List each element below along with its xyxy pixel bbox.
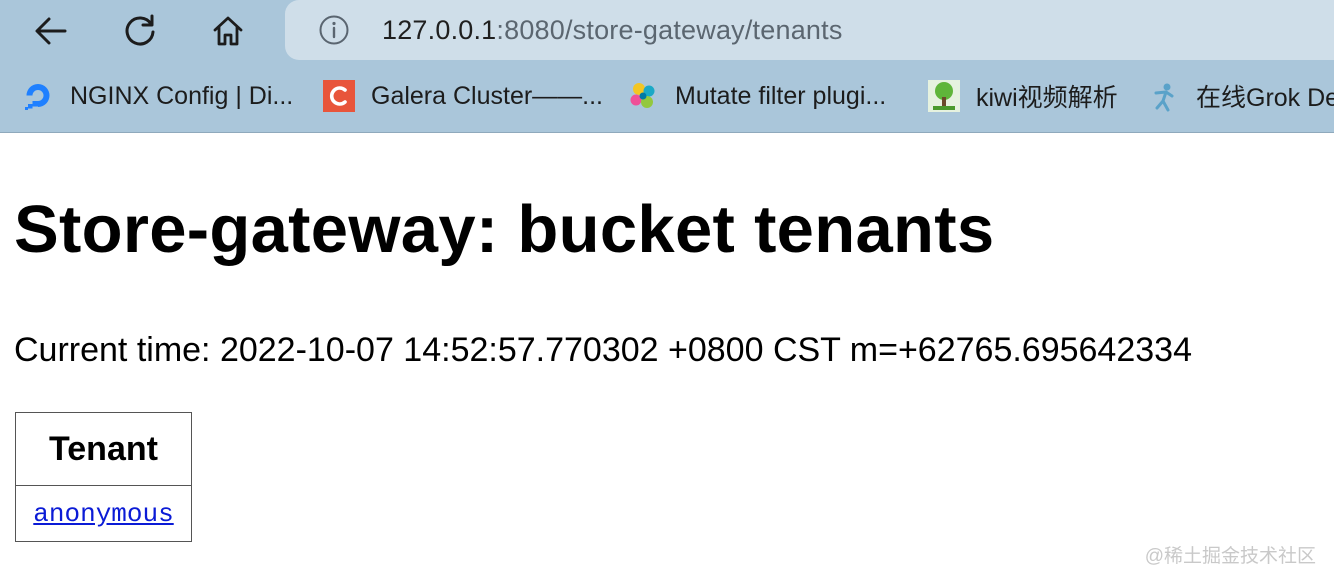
address-bar[interactable]: 127.0.0.1:8080/store-gateway/tenants [285,0,1334,60]
current-time: Current time: 2022-10-07 14:52:57.770302… [14,331,1192,369]
letter-c-icon [323,80,355,112]
url-host: 127.0.0.1 [382,15,497,45]
bookmark-label: NGINX Config | Di... [70,81,294,110]
reload-icon [125,14,155,46]
back-button[interactable] [29,9,73,53]
page-title: Store-gateway: bucket tenants [14,192,995,267]
bookmark-kiwi[interactable]: kiwi视频解析 [928,76,1118,116]
tenants-table: Tenant anonymous [15,412,192,542]
bookmark-mutate-filter[interactable]: Mutate filter plugi... [627,76,886,116]
reload-button[interactable] [118,9,162,53]
table-cell: anonymous [16,486,191,541]
home-icon [213,16,243,46]
bookmark-grok-debugger[interactable]: 在线Grok De [1148,76,1334,116]
bookmark-label: kiwi视频解析 [976,84,1118,112]
table-row: anonymous [16,486,191,541]
back-arrow-icon [35,17,67,45]
tree-icon [928,80,960,112]
digitalocean-icon [25,84,50,110]
column-header-tenant: Tenant [16,413,191,486]
watermark: @稀土掘金技术社区 [1144,546,1316,567]
bookmark-nginx-config[interactable]: NGINX Config | Di... [22,76,293,116]
tenant-link[interactable]: anonymous [33,499,173,529]
bookmark-label: Galera Cluster——... [371,81,604,110]
bookmark-galera-cluster[interactable]: Galera Cluster——... [323,76,603,116]
home-button[interactable] [206,9,250,53]
table-header-row: Tenant [16,413,191,486]
bookmark-label: Mutate filter plugi... [675,81,887,110]
bookmark-label: 在线Grok De [1196,84,1334,112]
url-text[interactable]: 127.0.0.1:8080/store-gateway/tenants [382,14,843,46]
browser-chrome: 127.0.0.1:8080/store-gateway/tenants NGI… [0,0,1334,133]
browser-toolbar: 127.0.0.1:8080/store-gateway/tenants [0,0,1334,62]
site-info-icon[interactable] [318,14,350,46]
url-path: :8080/store-gateway/tenants [496,15,843,45]
grok-icon [1154,83,1174,112]
elastic-icon [630,83,655,108]
bookmarks-bar: NGINX Config | Di... Galera Cluster——...… [0,62,1334,130]
